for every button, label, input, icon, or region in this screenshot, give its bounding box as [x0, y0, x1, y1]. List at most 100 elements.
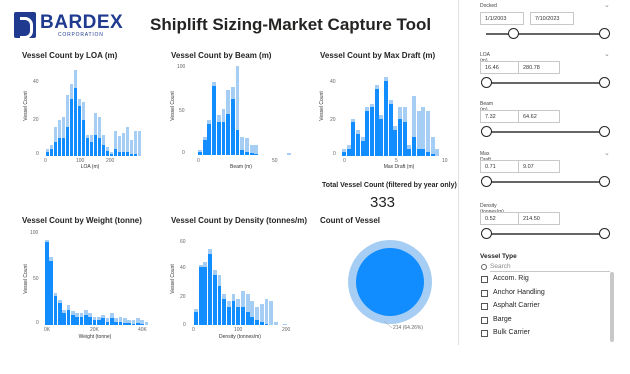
beam-bar-selected[interactable] — [240, 150, 245, 155]
weight-bar-total[interactable] — [144, 321, 149, 325]
loa-bar-selected[interactable] — [106, 150, 110, 156]
draft-bar-selected[interactable] — [351, 122, 356, 156]
draft-bar-selected[interactable] — [421, 148, 426, 156]
density-bar-selected[interactable] — [264, 323, 269, 325]
density-bar-selected[interactable] — [236, 306, 241, 325]
checkbox[interactable] — [481, 316, 488, 324]
density-bar-total[interactable] — [264, 298, 269, 325]
beam-bar-selected[interactable] — [207, 123, 212, 155]
weight-bar-selected[interactable] — [66, 309, 71, 325]
density-bar-selected[interactable] — [241, 306, 245, 325]
beam-bar-selected[interactable] — [216, 121, 221, 155]
draft-bar-selected[interactable] — [416, 148, 421, 156]
weight-bar-selected[interactable] — [75, 316, 79, 325]
loa-bar-selected[interactable] — [98, 138, 102, 156]
beam-bar-selected[interactable] — [249, 153, 254, 155]
loa-bar-selected[interactable] — [82, 120, 86, 156]
draft-from-input[interactable]: 0.71 — [480, 160, 522, 173]
donut-slice-selected[interactable] — [356, 248, 424, 316]
density-bar-selected[interactable] — [198, 267, 203, 325]
docked-slider-track[interactable] — [486, 33, 604, 35]
vessel-type-option[interactable]: Bulk Carrier — [480, 328, 610, 340]
beam-slider-max-handle[interactable] — [599, 126, 610, 137]
loa-bar-selected[interactable] — [110, 154, 114, 156]
draft-bar-selected[interactable] — [346, 148, 351, 156]
density-bar-selected[interactable] — [203, 267, 208, 325]
beam-bar-selected[interactable] — [226, 113, 231, 155]
draft-bar-total[interactable] — [426, 111, 430, 156]
weight-bar-selected[interactable] — [123, 323, 127, 325]
weight-bar-selected[interactable] — [92, 319, 97, 325]
loa-to-input[interactable]: 280.78 — [518, 61, 560, 74]
checkbox[interactable] — [481, 303, 488, 310]
loa-bar-selected[interactable] — [86, 138, 90, 156]
loa-bar-total[interactable] — [134, 130, 138, 156]
checkbox[interactable] — [481, 276, 488, 283]
draft-slider-min-handle[interactable] — [481, 176, 492, 187]
beam-slider-min-handle[interactable] — [481, 126, 492, 137]
density-from-input[interactable]: 0.52 — [480, 212, 522, 225]
loa-bar-selected[interactable] — [66, 127, 70, 156]
weight-bar-selected[interactable] — [71, 314, 75, 325]
chevron-down-icon[interactable]: ⌄ — [604, 149, 610, 157]
draft-bar-selected[interactable] — [407, 148, 412, 156]
draft-bar-selected[interactable] — [402, 122, 407, 156]
draft-bar-selected[interactable] — [356, 133, 360, 156]
weight-bar-selected[interactable] — [105, 321, 110, 325]
density-bar-selected[interactable] — [255, 319, 259, 325]
density-slider-max-handle[interactable] — [599, 228, 610, 239]
draft-bar-selected[interactable] — [374, 88, 379, 156]
draft-bar-selected[interactable] — [388, 103, 393, 156]
draft-bar-selected[interactable] — [360, 141, 365, 156]
density-bar-selected[interactable] — [217, 285, 222, 325]
density-bar-selected[interactable] — [208, 254, 212, 325]
weight-bar-selected[interactable] — [140, 324, 144, 325]
density-to-input[interactable]: 214.50 — [518, 212, 560, 225]
beam-bar-selected[interactable] — [221, 121, 226, 155]
density-bar-selected[interactable] — [226, 306, 231, 325]
loa-bar-selected[interactable] — [70, 98, 74, 156]
weight-bar-selected[interactable] — [118, 321, 123, 325]
beam-bar-total[interactable] — [287, 152, 292, 155]
loa-bar-selected[interactable] — [50, 148, 54, 156]
density-bar-selected[interactable] — [259, 322, 264, 325]
weight-bar-selected[interactable] — [101, 318, 105, 325]
draft-bar-selected[interactable] — [393, 129, 398, 156]
vessel-type-option[interactable]: Asphalt Carrier — [480, 301, 610, 313]
loa-from-input[interactable]: 16.46 — [480, 61, 522, 74]
loa-bar-selected[interactable] — [54, 141, 58, 156]
loa-slider-min-handle[interactable] — [481, 77, 492, 88]
loa-bar-selected[interactable] — [46, 152, 50, 156]
loa-bar-selected[interactable] — [134, 154, 138, 156]
chevron-down-icon[interactable]: ⌄ — [604, 1, 610, 9]
draft-to-input[interactable]: 9.07 — [518, 160, 560, 173]
loa-bar-selected[interactable] — [78, 105, 82, 156]
weight-bar-selected[interactable] — [45, 242, 49, 325]
weight-bar-selected[interactable] — [62, 313, 66, 325]
vessel-type-option[interactable]: Anchor Handling — [480, 288, 610, 300]
loa-bar-selected[interactable] — [102, 145, 106, 156]
docked-to-input[interactable]: 7/10/2023 — [530, 12, 574, 25]
weight-bar-selected[interactable] — [114, 321, 118, 325]
loa-slider-max-handle[interactable] — [599, 77, 610, 88]
density-bar-selected[interactable] — [245, 311, 250, 325]
draft-bar-total[interactable] — [435, 148, 440, 156]
density-slider-track[interactable] — [486, 233, 604, 235]
docked-slider-min-handle[interactable] — [508, 28, 520, 39]
weight-bar-selected[interactable] — [127, 323, 131, 325]
density-bar-selected[interactable] — [194, 311, 198, 325]
beam-to-input[interactable]: 64.62 — [518, 110, 560, 123]
weight-bar-selected[interactable] — [53, 296, 58, 325]
beam-bar-selected[interactable] — [202, 140, 207, 155]
beam-bar-selected[interactable] — [198, 151, 202, 155]
density-bar-total[interactable] — [283, 323, 288, 325]
draft-bar-selected[interactable] — [365, 111, 370, 156]
docked-from-input[interactable]: 1/1/2003 — [480, 12, 524, 25]
loa-bar-selected[interactable] — [58, 138, 62, 156]
loa-bar-selected[interactable] — [130, 154, 134, 156]
draft-bar-selected[interactable] — [412, 137, 416, 156]
docked-slider-max-handle[interactable] — [599, 28, 610, 39]
loa-bar-selected[interactable] — [90, 141, 94, 156]
draft-bar-selected[interactable] — [430, 154, 435, 156]
vessel-type-scrollbar[interactable] — [610, 272, 614, 342]
